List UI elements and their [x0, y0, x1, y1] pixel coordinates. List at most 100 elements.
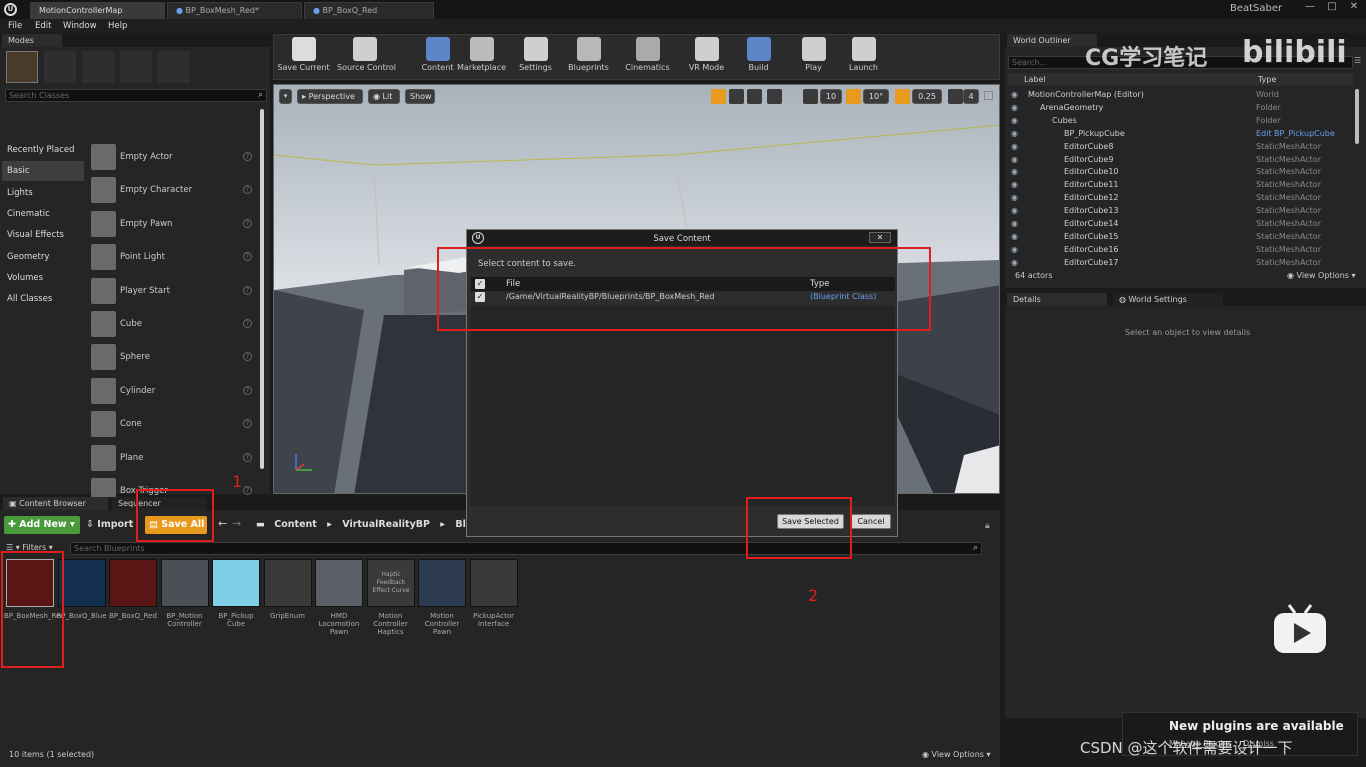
scale-icon[interactable]: [747, 89, 762, 104]
outliner-row[interactable]: ◉ EditorCube11 StaticMeshActor: [1008, 178, 1358, 191]
help-icon[interactable]: ?: [243, 352, 252, 362]
outliner-row[interactable]: ◉ EditorCube8 StaticMeshActor: [1008, 140, 1358, 153]
outliner-row[interactable]: ◉ EditorCube17 StaticMeshActor: [1008, 256, 1358, 269]
modes-tab[interactable]: Modes: [2, 34, 62, 47]
modes-scrollbar[interactable]: [260, 109, 264, 469]
show-button[interactable]: Show: [405, 89, 435, 104]
content-browser-tab[interactable]: ▣ Content Browser: [3, 497, 108, 510]
lit-button[interactable]: ◉ Lit: [368, 89, 400, 104]
modes-search-input[interactable]: Search Classes ⌕: [5, 89, 267, 102]
dialog-close-button[interactable]: ✕: [869, 232, 891, 243]
toolbar-vr-mode-button[interactable]: VR Mode: [679, 35, 734, 77]
mode-paint-icon[interactable]: [44, 51, 76, 83]
category-item[interactable]: Cinematic: [2, 204, 84, 224]
help-icon[interactable]: ?: [243, 452, 252, 462]
menu-edit[interactable]: Edit: [35, 19, 51, 33]
cancel-button[interactable]: Cancel: [851, 514, 891, 529]
outliner-row[interactable]: ◉ EditorCube13 StaticMeshActor: [1008, 204, 1358, 217]
placeable-item[interactable]: Cylinder ?: [88, 375, 258, 407]
menu-file[interactable]: File: [8, 19, 22, 33]
asset-thumbnail[interactable]: [263, 559, 312, 607]
asset-thumbnail[interactable]: [109, 559, 157, 607]
asset-thumbnail[interactable]: [418, 559, 466, 607]
category-item[interactable]: Volumes: [2, 268, 84, 288]
eye-icon[interactable]: ◉: [1011, 178, 1018, 191]
import-button[interactable]: ⇩ Import: [86, 516, 136, 534]
mode-foliage-icon[interactable]: [120, 51, 152, 83]
toolbar-marketplace-button[interactable]: Marketplace: [454, 35, 509, 77]
menu-window[interactable]: Window: [63, 19, 97, 33]
category-item[interactable]: Basic: [2, 161, 84, 182]
close-window-button[interactable]: ✕: [1344, 1, 1364, 15]
outliner-settings-icon[interactable]: ☰: [1354, 56, 1364, 69]
rotate-icon[interactable]: [729, 89, 744, 104]
col-type[interactable]: Type: [1258, 75, 1276, 84]
scale-snap-value[interactable]: 0.25: [912, 89, 942, 104]
help-icon[interactable]: ?: [243, 152, 252, 161]
mode-place-icon[interactable]: [6, 51, 38, 83]
eye-icon[interactable]: ◉: [1011, 140, 1018, 153]
eye-icon[interactable]: ◉: [1011, 230, 1018, 243]
tab-motioncontrollermap[interactable]: MotionControllerMap: [30, 2, 165, 19]
lock-icon[interactable]: 🔒︎: [985, 521, 990, 531]
tab-bp-boxq-red[interactable]: ● BP_BoxQ_Red: [304, 2, 434, 19]
category-item[interactable]: Geometry: [2, 247, 84, 267]
outliner-row[interactable]: ◉ EditorCube9 StaticMeshActor: [1008, 153, 1358, 166]
mode-landscape-icon[interactable]: [82, 51, 114, 83]
toolbar-build-button[interactable]: Build: [731, 35, 786, 77]
toolbar-settings-button[interactable]: Settings: [508, 35, 563, 77]
help-icon[interactable]: ?: [243, 218, 252, 228]
placeable-item[interactable]: Empty Pawn ?: [88, 208, 258, 240]
eye-icon[interactable]: ◉: [1011, 101, 1018, 114]
viewport-options-dropdown[interactable]: ▾: [279, 89, 292, 104]
help-icon[interactable]: ?: [243, 185, 252, 195]
asset-thumbnail[interactable]: [469, 559, 518, 607]
outliner-row[interactable]: ◉ BP_PickupCube Edit BP_PickupCube: [1008, 127, 1358, 140]
outliner-row[interactable]: ◉ MotionControllerMap (Editor) World: [1008, 88, 1358, 101]
category-item[interactable]: All Classes: [2, 289, 84, 309]
camera-speed-icon[interactable]: [948, 89, 963, 104]
asset-thumbnail[interactable]: [212, 559, 260, 607]
grid-snap-icon[interactable]: [803, 89, 818, 104]
category-item[interactable]: Recently Placed: [2, 140, 84, 160]
tv-play-icon[interactable]: [1273, 603, 1327, 655]
eye-icon[interactable]: ◉: [1011, 191, 1018, 204]
placeable-item[interactable]: Empty Character ?: [88, 174, 258, 206]
tab-bp-boxmesh-red[interactable]: ● BP_BoxMesh_Red*: [167, 2, 302, 19]
placeable-item[interactable]: Sphere ?: [88, 341, 258, 373]
eye-icon[interactable]: ◉: [1011, 217, 1018, 230]
world-settings-tab[interactable]: ◍ World Settings: [1113, 293, 1223, 306]
help-icon[interactable]: ?: [243, 252, 252, 262]
eye-icon[interactable]: ◉: [1011, 256, 1018, 269]
forward-arrow-icon[interactable]: →: [232, 517, 241, 530]
world-local-icon[interactable]: [767, 89, 782, 104]
outliner-row[interactable]: ◉ ArenaGeometry Folder: [1008, 101, 1358, 114]
menu-help[interactable]: Help: [108, 19, 127, 33]
minimize-button[interactable]: —: [1300, 1, 1320, 15]
asset-thumbnail[interactable]: [160, 559, 209, 607]
world-outliner-tab[interactable]: World Outliner: [1007, 34, 1097, 47]
toolbar-cinematics-button[interactable]: Cinematics: [620, 35, 675, 77]
toolbar-save-button[interactable]: Save Current: [276, 35, 331, 77]
add-new-button[interactable]: ✚ Add New ▾: [4, 516, 80, 534]
help-icon[interactable]: ?: [243, 419, 252, 429]
placeable-item[interactable]: Cube ?: [88, 308, 258, 340]
outliner-view-options[interactable]: ◉ View Options ▾: [1287, 271, 1356, 280]
eye-icon[interactable]: ◉: [1011, 204, 1018, 217]
mode-geometry-icon[interactable]: [158, 51, 190, 83]
asset-thumbnail[interactable]: [57, 559, 106, 607]
grid-snap-value[interactable]: 10: [820, 89, 842, 104]
outliner-row[interactable]: ◉ EditorCube12 StaticMeshActor: [1008, 191, 1358, 204]
rotation-snap-icon[interactable]: [846, 89, 861, 104]
placeable-item[interactable]: Plane ?: [88, 442, 258, 474]
outliner-row[interactable]: ◉ EditorCube15 StaticMeshActor: [1008, 230, 1358, 243]
placeable-item[interactable]: Point Light ?: [88, 241, 258, 273]
breadcrumb-content[interactable]: Content: [274, 519, 317, 530]
placeable-item[interactable]: Player Start ?: [88, 275, 258, 307]
eye-icon[interactable]: ◉: [1011, 165, 1018, 178]
outliner-row[interactable]: ◉ Cubes Folder: [1008, 114, 1358, 127]
asset-thumbnail[interactable]: [315, 559, 363, 607]
content-view-options[interactable]: ◉ View Options ▾: [922, 750, 991, 759]
toolbar-blueprints-button[interactable]: Blueprints: [561, 35, 616, 77]
category-item[interactable]: Lights: [2, 183, 84, 203]
